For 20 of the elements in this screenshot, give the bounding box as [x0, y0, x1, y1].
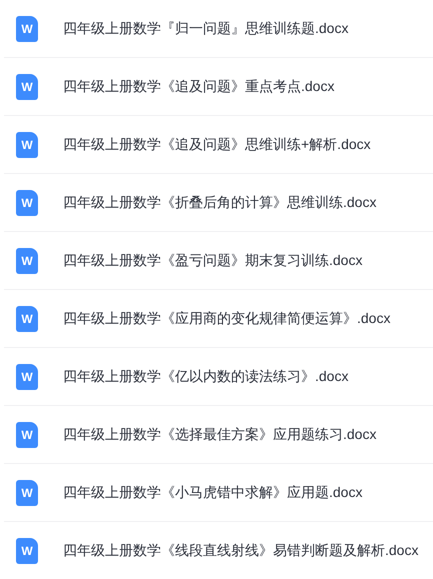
file-name[interactable]: 四年级上册数学《折叠后角的计算》思维训练.docx: [63, 192, 376, 213]
word-document-icon: W: [16, 538, 38, 564]
file-name[interactable]: 四年级上册数学《选择最佳方案》应用题练习.docx: [63, 424, 376, 445]
file-name[interactable]: 四年级上册数学《应用商的变化规律简便运算》.docx: [63, 308, 390, 329]
file-name[interactable]: 四年级上册数学《小马虎错中求解》应用题.docx: [63, 482, 362, 503]
word-document-icon: W: [16, 132, 38, 158]
file-name[interactable]: 四年级上册数学『归一问题』思维训练题.docx: [63, 18, 348, 39]
file-name[interactable]: 四年级上册数学《线段直线射线》易错判断题及解析.docx: [63, 540, 418, 561]
file-name[interactable]: 四年级上册数学《追及问题》思维训练+解析.docx: [63, 134, 371, 155]
word-document-icon: W: [16, 306, 38, 332]
word-document-icon: W: [16, 480, 38, 506]
file-name[interactable]: 四年级上册数学《追及问题》重点考点.docx: [63, 76, 334, 97]
word-document-icon: W: [16, 422, 38, 448]
word-document-icon: W: [16, 16, 38, 42]
word-document-icon: W: [16, 364, 38, 390]
word-document-icon: W: [16, 74, 38, 100]
word-document-icon: W: [16, 248, 38, 274]
word-document-icon: W: [16, 190, 38, 216]
file-name[interactable]: 四年级上册数学《盈亏问题》期末复习训练.docx: [63, 250, 362, 271]
file-name[interactable]: 四年级上册数学《亿以内数的读法练习》.docx: [63, 366, 348, 387]
